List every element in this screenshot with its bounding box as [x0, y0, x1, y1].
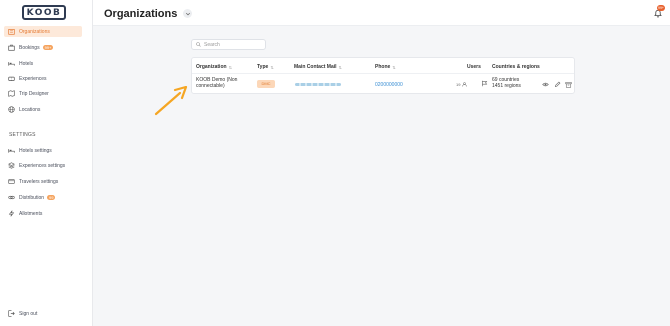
users-icon — [461, 82, 467, 87]
eye-icon[interactable] — [542, 81, 549, 88]
sidebar-item-label: Locations — [19, 106, 41, 113]
bed-icon — [8, 60, 15, 67]
notification-badge: 99+ — [657, 5, 665, 11]
sidebar-item-distribution[interactable]: Distribution 99 — [4, 192, 82, 203]
sidebar-item-allotments[interactable]: Allotments — [4, 208, 82, 219]
sign-out-icon — [8, 310, 15, 317]
column-header-main-contact-mail[interactable]: Main Contact Mail ⇅ — [294, 64, 342, 70]
sidebar: KOOB Organizations Bookings 99+ Hotels E… — [0, 0, 93, 326]
sidebar-item-hotels[interactable]: Hotels — [4, 58, 82, 69]
flag-icon — [482, 80, 488, 87]
search-placeholder: Search — [204, 41, 220, 48]
sidebar-item-label: Experiences — [19, 75, 47, 82]
column-header-organization[interactable]: Organization ⇅ — [196, 64, 232, 70]
organizations-table: Organization ⇅ Type ⇅ Main Contact Mail ⇅ P… — [191, 57, 575, 94]
sidebar-item-experiences[interactable]: Experiences — [4, 73, 82, 84]
search-icon — [196, 42, 201, 47]
briefcase-icon — [8, 44, 15, 51]
search-input[interactable]: Search — [191, 39, 266, 50]
page-title: Organizations — [104, 8, 178, 20]
layers-icon — [8, 162, 15, 169]
ticket-icon — [8, 75, 15, 82]
page-header: Organizations 99+ — [93, 0, 670, 26]
app-logo[interactable]: KOOB — [22, 5, 66, 20]
sidebar-item-label: Bookings — [19, 44, 40, 51]
contact-mail-redacted — [295, 83, 341, 86]
column-header-users: Users — [467, 64, 481, 70]
sign-out-button[interactable]: Sign out — [4, 308, 82, 319]
sidebar-item-label: Travelers settings — [19, 178, 59, 185]
type-badge: DMC — [257, 80, 275, 88]
map-icon — [8, 90, 15, 97]
sidebar-item-label: Hotels — [19, 60, 34, 67]
column-header-countries-regions: Countries & regions — [492, 64, 540, 70]
edit-icon[interactable] — [554, 81, 561, 88]
countries-regions: 69 countries 1451 regions — [492, 77, 521, 89]
card-icon — [8, 178, 15, 185]
regions-count: 1451 regions — [492, 83, 521, 89]
sidebar-item-trip-designer[interactable]: Trip Designer — [4, 88, 82, 99]
sidebar-item-bookings[interactable]: Bookings 99+ — [4, 42, 82, 53]
sort-icon: ⇅ — [228, 64, 232, 70]
organization-name[interactable]: KOOB Demo (Non connectable) — [196, 77, 252, 89]
sidebar-item-experiences-settings[interactable]: Experiences settings — [4, 160, 82, 171]
distribution-count-badge: 99 — [47, 195, 56, 200]
bookings-count-badge: 99+ — [42, 45, 54, 50]
sign-out-label: Sign out — [19, 310, 38, 317]
sidebar-item-organizations[interactable]: Organizations — [4, 26, 82, 37]
phone-link[interactable]: 0200000000 — [375, 82, 403, 88]
settings-section-label: SETTINGS — [9, 132, 36, 138]
sidebar-item-travelers-settings[interactable]: Travelers settings — [4, 176, 82, 187]
building-icon — [8, 28, 15, 35]
column-header-phone[interactable]: Phone ⇅ — [375, 64, 396, 70]
users-count: 19 — [456, 82, 467, 87]
sidebar-item-label: Allotments — [19, 210, 43, 217]
archive-icon[interactable] — [565, 81, 572, 88]
chevron-down-icon — [185, 12, 190, 15]
title-dropdown-button[interactable] — [183, 9, 192, 18]
sidebar-item-locations[interactable]: Locations — [4, 104, 82, 115]
sidebar-item-label: Distribution — [19, 194, 45, 201]
sidebar-item-label: Trip Designer — [19, 90, 49, 97]
bolt-icon — [8, 210, 15, 217]
sidebar-item-label: Organizations — [19, 28, 50, 35]
globe-icon — [8, 106, 15, 113]
sidebar-item-label: Hotels settings — [19, 147, 52, 154]
header-divider — [192, 73, 574, 74]
link-icon — [8, 194, 15, 201]
bed-icon — [8, 147, 15, 154]
sidebar-item-hotels-settings[interactable]: Hotels settings — [4, 145, 82, 156]
annotation-arrow — [154, 86, 188, 116]
sort-icon: ⇅ — [270, 64, 274, 70]
sort-icon: ⇅ — [392, 64, 396, 70]
sidebar-item-label: Experiences settings — [19, 162, 66, 169]
column-header-type[interactable]: Type ⇅ — [257, 64, 274, 70]
sort-icon: ⇅ — [338, 64, 342, 70]
